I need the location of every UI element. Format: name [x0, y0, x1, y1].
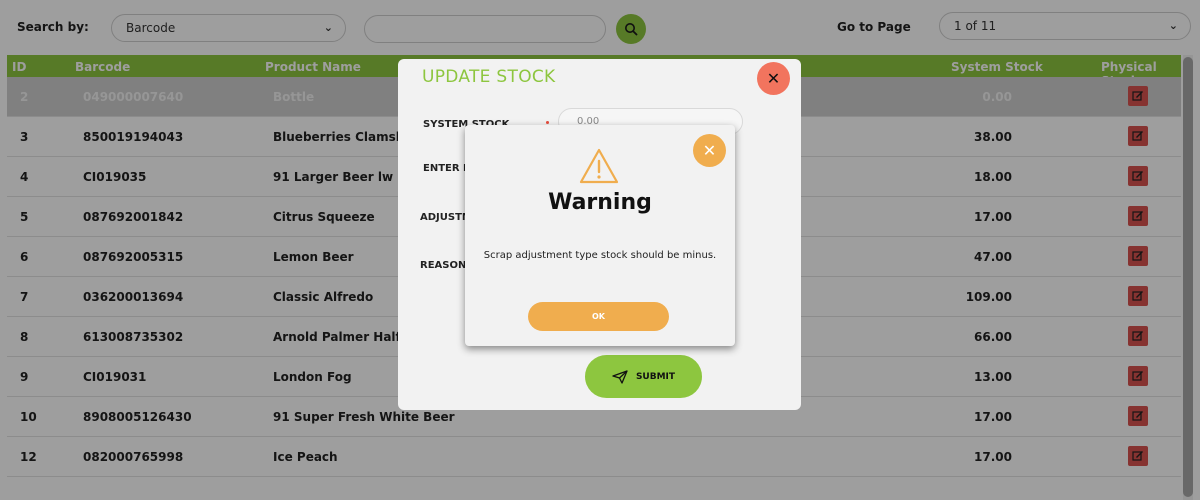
close-icon: ✕ [766, 69, 781, 88]
warning-icon [579, 148, 619, 184]
reason-label: REASON [420, 260, 467, 271]
warning-dialog: ✕ Warning Scrap adjustment type stock sh… [465, 125, 735, 346]
ok-button[interactable]: OK [528, 302, 669, 331]
ok-label: OK [592, 312, 605, 321]
close-warning-button[interactable]: ✕ [693, 134, 726, 167]
close-icon: ✕ [702, 141, 717, 160]
send-icon [612, 369, 628, 384]
submit-label: SUBMIT [635, 371, 676, 382]
warning-title: Warning [548, 190, 652, 215]
warning-message: Scrap adjustment type stock should be mi… [483, 250, 717, 261]
required-indicator [546, 121, 549, 124]
submit-button[interactable]: SUBMIT [585, 355, 702, 398]
modal-title: UPDATE STOCK [422, 67, 556, 87]
close-modal-button[interactable]: ✕ [757, 62, 790, 95]
